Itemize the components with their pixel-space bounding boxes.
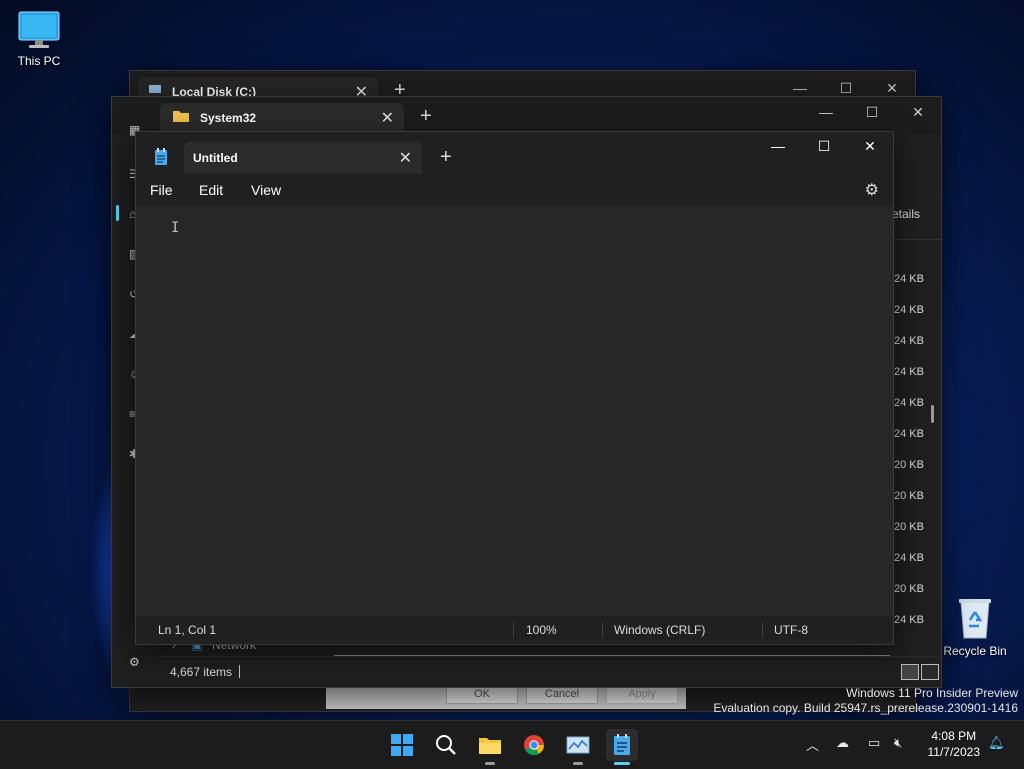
file-size: 20 KB — [894, 490, 924, 502]
notification-bell-icon[interactable]: 🔔︎ — [988, 735, 1005, 751]
status-divider — [513, 622, 514, 638]
close-tab-icon[interactable]: ✕ — [381, 108, 394, 128]
line-endings: Windows (CRLF) — [614, 623, 706, 637]
network-icon[interactable]: ▭ — [868, 735, 880, 751]
tab-untitled-label: Untitled — [193, 151, 238, 165]
maximize-button[interactable]: ☐ — [801, 132, 847, 160]
taskbar: ︿ ☁ ▭ 🔇︎ 4:08 PM 11/7/2023 🔔︎ — [0, 720, 1024, 769]
notepad-menu-bar: File Edit View ⚙ — [136, 174, 893, 206]
tab-system32-label: System32 — [200, 111, 257, 125]
this-pc-label: This PC — [17, 54, 61, 68]
cursor-position: Ln 1, Col 1 — [158, 623, 217, 637]
clock[interactable]: 4:08 PM 11/7/2023 — [928, 728, 981, 760]
task-manager-icon — [566, 736, 590, 754]
new-tab-button[interactable]: + — [440, 146, 452, 169]
running-indicator — [573, 762, 583, 765]
notepad-icon — [614, 734, 630, 755]
file-explorer-button[interactable] — [474, 729, 506, 765]
text-editor-area[interactable]: I — [136, 206, 893, 616]
maximize-button[interactable]: ☐ — [849, 97, 895, 127]
file-size: 24 KB — [894, 366, 924, 378]
recycle-bin-label: Recycle Bin — [943, 644, 1007, 658]
file-size: 24 KB — [894, 552, 924, 564]
encoding: UTF-8 — [774, 623, 808, 637]
file-size: 24 KB — [894, 304, 924, 316]
onedrive-offline-icon[interactable]: ☁ — [836, 735, 849, 751]
chrome-button[interactable] — [518, 729, 550, 761]
zoom-level: 100% — [526, 623, 557, 637]
chevron-up-icon[interactable]: ︿ — [806, 735, 819, 754]
minimize-button[interactable]: — — [755, 132, 801, 160]
notepad-status-bar: Ln 1, Col 1 100% Windows (CRLF) UTF-8 — [136, 616, 893, 644]
settings-gear-icon[interactable]: ⚙ — [865, 180, 879, 200]
folder-icon — [172, 109, 190, 126]
start-button[interactable] — [386, 729, 418, 761]
details-view-icon[interactable] — [901, 664, 919, 680]
active-indicator — [614, 762, 630, 765]
file-size: 20 KB — [894, 583, 924, 595]
details-button[interactable]: etails — [892, 207, 920, 221]
items-count: 4,667 items — [170, 665, 233, 679]
tab-system32[interactable]: System32 ✕ — [160, 103, 404, 133]
file-size: 24 KB — [894, 397, 924, 409]
file-explorer-icon — [479, 738, 501, 754]
this-pc-desktop-icon[interactable]: This PC — [0, 10, 78, 68]
notepad-window[interactable]: Untitled ✕ + — ☐ ✕ File Edit View ⚙ I Ln… — [135, 131, 894, 645]
chrome-icon — [524, 735, 545, 756]
vertical-scrollbar-thumb[interactable] — [931, 405, 934, 423]
minimize-button[interactable]: — — [803, 97, 849, 127]
recycle-bin-icon — [955, 596, 995, 640]
notepad-app-icon — [154, 148, 168, 171]
notepad-taskbar-button[interactable] — [606, 729, 638, 765]
file-size: 24 KB — [894, 335, 924, 347]
clock-date: 11/7/2023 — [927, 745, 981, 759]
clock-time: 4:08 PM — [931, 729, 977, 743]
status-divider — [239, 665, 240, 678]
status-divider — [762, 622, 763, 638]
monitor-icon — [17, 10, 61, 50]
file-size: 24 KB — [894, 428, 924, 440]
task-manager-button[interactable] — [562, 729, 594, 765]
tiles-view-icon[interactable] — [921, 664, 939, 680]
menu-view[interactable]: View — [251, 182, 281, 198]
status-bar: 4,667 items — [156, 656, 941, 687]
running-indicator — [485, 762, 495, 765]
header-divider — [892, 239, 941, 240]
watermark-line2: Evaluation copy. Build 25947.rs_prerelea… — [713, 701, 1018, 715]
file-size: 24 KB — [894, 614, 924, 626]
close-tab-icon[interactable]: ✕ — [399, 148, 412, 168]
recycle-bin-desktop-icon[interactable]: Recycle Bin — [936, 596, 1014, 658]
search-icon — [436, 735, 456, 755]
selected-indicator — [116, 205, 119, 221]
close-button[interactable]: ✕ — [847, 132, 893, 160]
search-button[interactable] — [430, 729, 462, 761]
tab-untitled[interactable]: Untitled ✕ — [184, 142, 422, 174]
menu-file[interactable]: File — [150, 182, 173, 198]
volume-muted-icon[interactable]: 🔇︎ — [894, 735, 902, 751]
new-tab-button[interactable]: + — [420, 105, 432, 128]
file-size: 20 KB — [894, 521, 924, 533]
file-size: 24 KB — [894, 273, 924, 285]
status-divider — [602, 622, 603, 638]
start-icon — [391, 734, 413, 756]
text-cursor-icon: I — [171, 220, 180, 236]
close-button[interactable]: ✕ — [895, 97, 941, 127]
settings-gear-icon[interactable]: ⚙ — [129, 655, 143, 669]
watermark-line1: Windows 11 Pro Insider Preview — [846, 686, 1018, 700]
file-size: 20 KB — [894, 459, 924, 471]
size-column: 24 KB 24 KB 24 KB 24 KB 24 KB 24 KB 20 K… — [894, 273, 934, 633]
menu-edit[interactable]: Edit — [199, 182, 223, 198]
